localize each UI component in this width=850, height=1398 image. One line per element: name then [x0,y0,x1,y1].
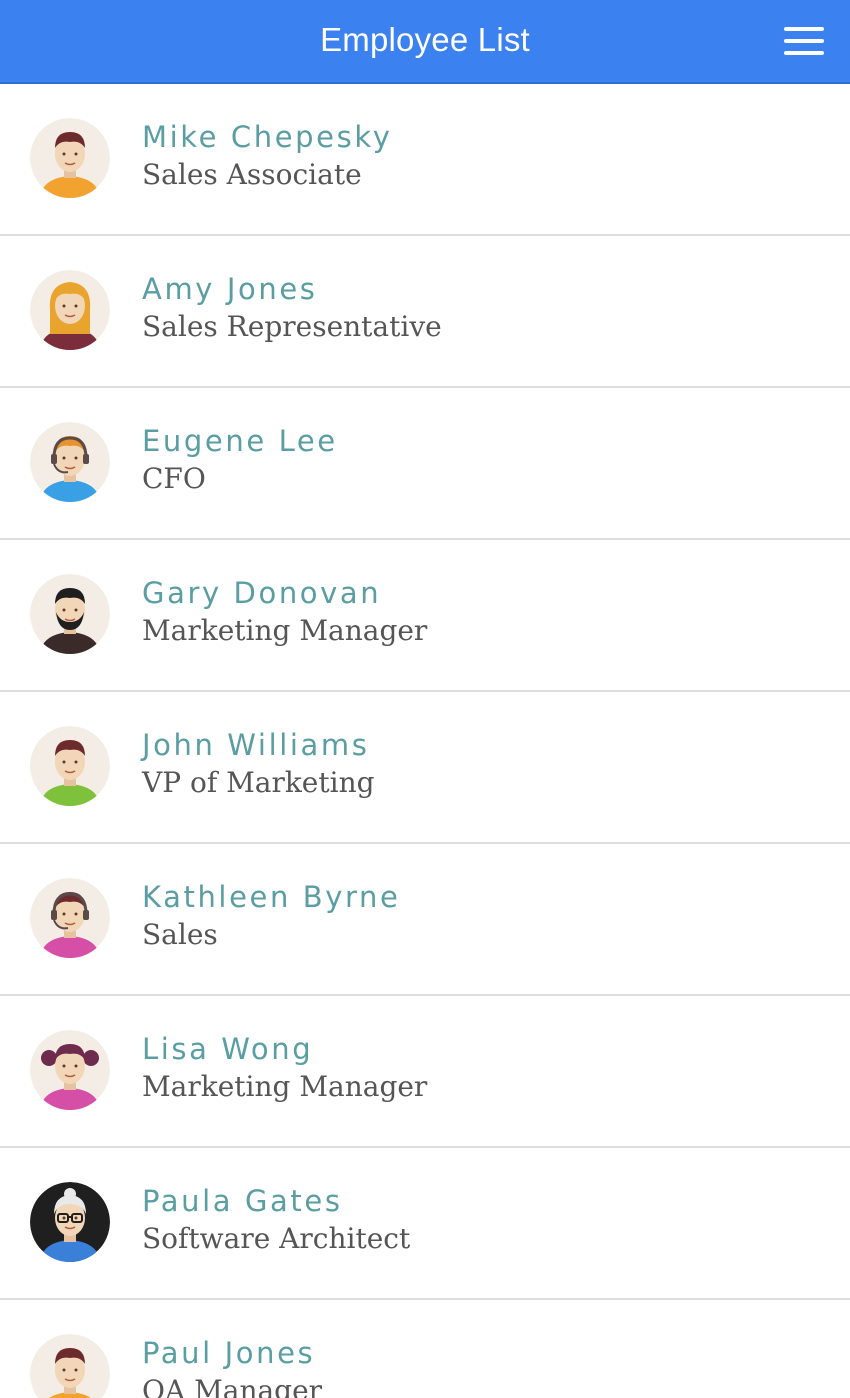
bearded-avatar-icon [30,574,110,654]
employee-list-item[interactable]: Amy Jones Sales Representative [0,236,850,388]
employee-name: Mike Chepesky [142,120,393,154]
page-title: Employee List [320,21,530,58]
menu-line [784,51,824,55]
employee-app: Employee List Mike Chepesky Sales Associa… [0,0,850,1398]
employee-name: Amy Jones [142,272,318,306]
headset-avatar-icon [30,878,110,958]
male-avatar-icon [30,1334,110,1398]
pigtails-avatar-icon [30,1030,110,1110]
menu-line [784,27,824,31]
employee-title: Marketing Manager [142,1070,428,1103]
employee-title: Sales Representative [142,310,442,343]
employee-name: Eugene Lee [142,424,338,458]
male-avatar-icon [30,726,110,806]
employee-list-item[interactable]: Paul Jones QA Manager [0,1300,850,1398]
employee-list-item[interactable]: Paula Gates Software Architect [0,1148,850,1300]
employee-title: CFO [142,462,206,495]
employee-list-item[interactable]: Mike Chepesky Sales Associate [0,84,850,236]
employee-name: Paula Gates [142,1184,343,1218]
employee-title: Marketing Manager [142,614,428,647]
employee-list-item[interactable]: Gary Donovan Marketing Manager [0,540,850,692]
menu-line [784,39,824,43]
employee-list-item[interactable]: Kathleen Byrne Sales [0,844,850,996]
hamburger-menu-icon[interactable] [784,24,824,58]
top-bar: Employee List [0,0,850,84]
employee-title: VP of Marketing [142,766,375,799]
headset-avatar-icon [30,422,110,502]
employee-name: Kathleen Byrne [142,880,401,914]
employee-list-item[interactable]: Eugene Lee CFO [0,388,850,540]
employee-name: Gary Donovan [142,576,382,610]
employee-name: Paul Jones [142,1336,316,1370]
glasses-avatar-icon [30,1182,110,1262]
employee-name: John Williams [142,728,370,762]
employee-list-item[interactable]: John Williams VP of Marketing [0,692,850,844]
employee-title: Sales [142,918,218,951]
male-avatar-icon [30,118,110,198]
employee-list: Mike Chepesky Sales Associate Amy Jones Sal… [0,84,850,1398]
employee-title: Software Architect [142,1222,411,1255]
employee-name: Lisa Wong [142,1032,314,1066]
employee-title: QA Manager [142,1374,323,1398]
employee-list-item[interactable]: Lisa Wong Marketing Manager [0,996,850,1148]
female-avatar-icon [30,270,110,350]
employee-title: Sales Associate [142,158,362,191]
